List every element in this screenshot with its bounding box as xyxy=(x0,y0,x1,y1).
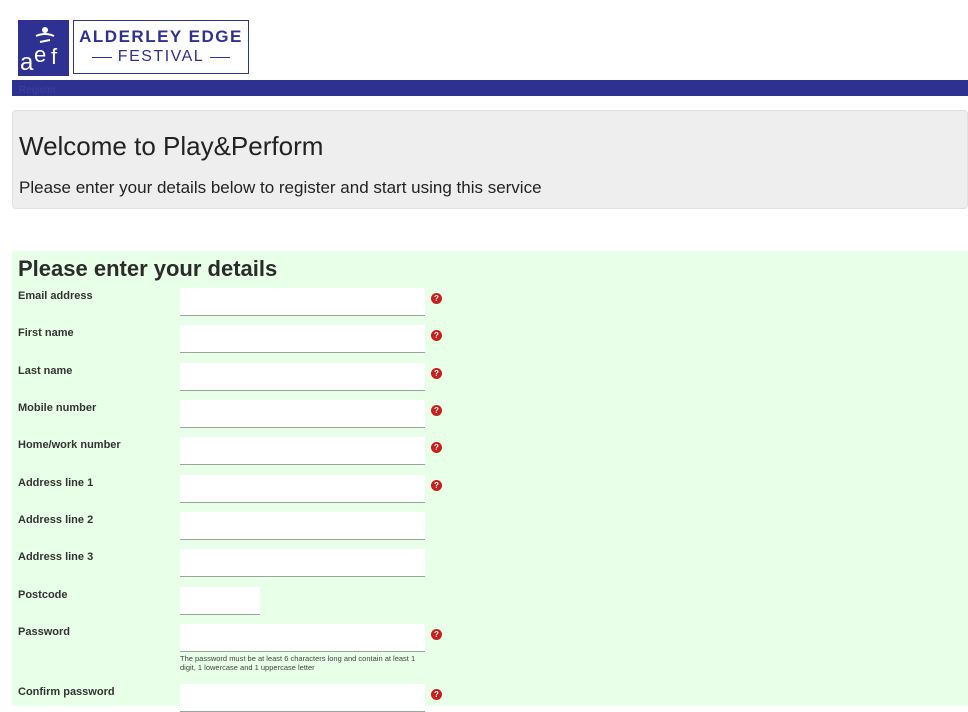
address-line-2-field[interactable] xyxy=(180,512,425,540)
address-line-3-label: Address line 3 xyxy=(18,551,94,563)
aef-logo-mark: a e f xyxy=(18,20,69,76)
logo-dash-left xyxy=(91,56,112,58)
home-work-number-field[interactable] xyxy=(180,437,425,465)
registration-form: Please enter your details Email address … xyxy=(12,251,968,712)
aef-monogram-icon: a e f xyxy=(18,20,69,76)
address-line-3-field[interactable] xyxy=(180,549,425,577)
required-help-icon[interactable]: ? xyxy=(431,689,442,700)
logo-line-2-text: FESTIVAL xyxy=(117,48,205,65)
required-help-icon[interactable]: ? xyxy=(431,629,442,640)
required-help-icon[interactable]: ? xyxy=(431,442,442,453)
password-label: Password xyxy=(18,626,70,638)
required-help-icon[interactable]: ? xyxy=(431,480,442,491)
required-help-icon[interactable]: ? xyxy=(431,405,442,416)
first-name-label: First name xyxy=(18,327,74,339)
svg-text:a: a xyxy=(20,49,34,76)
last-name-field[interactable] xyxy=(180,363,425,391)
logo-dash-right xyxy=(210,56,231,58)
mobile-number-field[interactable] xyxy=(180,400,425,428)
form-title: Please enter your details xyxy=(18,256,278,281)
postcode-label: Postcode xyxy=(18,589,68,601)
svg-text:f: f xyxy=(51,44,58,69)
address-line-1-field[interactable] xyxy=(180,475,425,503)
required-help-icon[interactable]: ? xyxy=(431,293,442,304)
page-subtitle: Please enter your details below to regis… xyxy=(19,178,542,197)
page-title: Welcome to Play&Perform xyxy=(19,131,324,161)
password-hint: The password must be at least 6 characte… xyxy=(180,654,416,672)
svg-text:e: e xyxy=(34,42,46,67)
first-name-field[interactable] xyxy=(180,325,425,353)
email-field[interactable] xyxy=(180,288,425,316)
logo-line-2: FESTIVAL xyxy=(91,47,231,67)
address-line-1-label: Address line 1 xyxy=(18,477,94,489)
password-field[interactable] xyxy=(180,624,425,652)
home-work-label: Home/work number xyxy=(18,439,121,451)
logo-line-1: ALDERLEY EDGE xyxy=(79,27,243,46)
welcome-panel: Welcome to Play&Perform Please enter you… xyxy=(12,110,968,209)
confirm-password-field[interactable] xyxy=(180,684,425,712)
required-help-icon[interactable]: ? xyxy=(431,330,442,341)
address-line-2-label: Address line 2 xyxy=(18,514,94,526)
nav-register-link[interactable]: Register xyxy=(19,85,56,96)
last-name-label: Last name xyxy=(18,365,73,377)
postcode-field[interactable] xyxy=(180,587,260,615)
email-label: Email address xyxy=(18,290,93,302)
confirm-password-label: Confirm password xyxy=(18,686,115,698)
nav-bar: Register xyxy=(12,80,968,96)
logo-wordmark: ALDERLEY EDGE FESTIVAL xyxy=(73,20,249,74)
required-help-icon[interactable]: ? xyxy=(431,368,442,379)
mobile-label: Mobile number xyxy=(18,402,97,414)
festival-logo[interactable]: a e f ALDERLEY EDGE FESTIVAL xyxy=(18,20,249,76)
